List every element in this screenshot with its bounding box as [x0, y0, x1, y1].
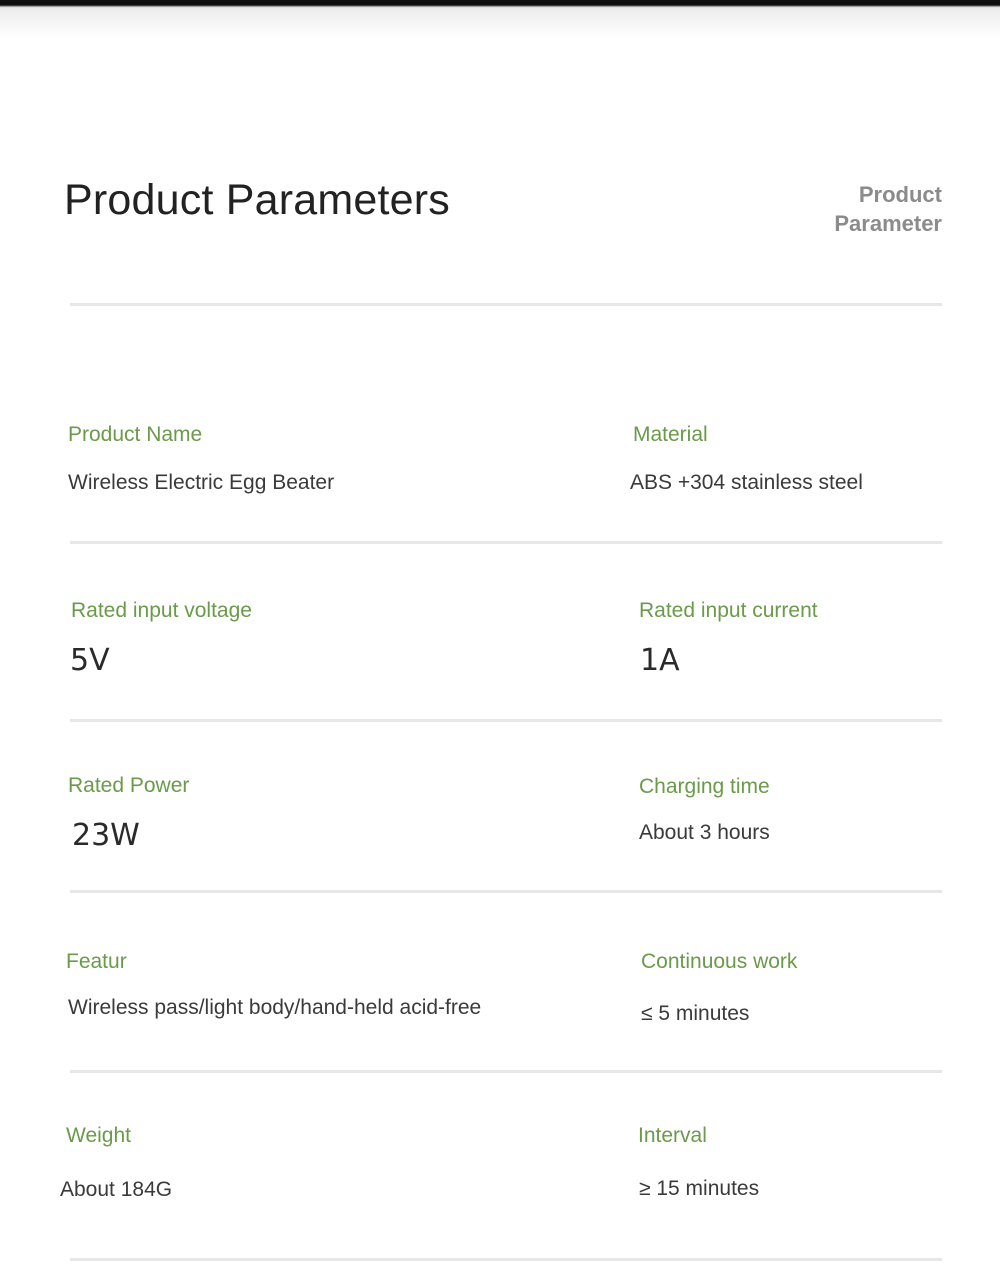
param-value-product-name: Wireless Electric Egg Beater: [68, 471, 335, 494]
param-label-interval: Interval: [638, 1124, 707, 1147]
param-value-weight: About 184G: [60, 1178, 173, 1201]
param-label-feature: Featur: [66, 950, 127, 973]
param-value-interval: ≥ 15 minutes: [639, 1177, 760, 1200]
param-label-charging-time: Charging time: [639, 775, 770, 798]
row-divider: [70, 890, 942, 893]
bottom-divider: [70, 1258, 942, 1261]
param-value-rated-input-current: 1A: [640, 643, 680, 678]
top-shadow: [0, 8, 1000, 38]
param-label-rated-power: Rated Power: [68, 774, 190, 797]
param-value-feature: Wireless pass/light body/hand-held acid-…: [68, 996, 482, 1019]
param-label-rated-input-voltage: Rated input voltage: [71, 599, 252, 622]
param-value-charging-time: About 3 hours: [639, 821, 770, 844]
param-value-material: ABS +304 stainless steel: [630, 471, 863, 494]
param-value-rated-power: 23W: [72, 818, 140, 853]
row-divider: [70, 541, 942, 544]
page-title: Product Parameters: [64, 176, 450, 224]
param-label-rated-input-current: Rated input current: [639, 599, 818, 622]
header-divider: [70, 303, 942, 306]
row-divider: [70, 719, 942, 722]
row-divider: [70, 1070, 942, 1073]
param-label-weight: Weight: [66, 1124, 131, 1147]
param-label-continuous-work: Continuous work: [641, 950, 798, 973]
param-value-rated-input-voltage: 5V: [70, 643, 110, 678]
subtitle-line-1: Product: [858, 182, 942, 207]
param-value-continuous-work: ≤ 5 minutes: [641, 1002, 750, 1025]
param-label-material: Material: [633, 423, 708, 446]
subtitle-line-2: Parameter: [834, 211, 942, 236]
top-border: [0, 0, 1000, 8]
page-subtitle: Product Parameter: [742, 180, 942, 238]
param-label-product-name: Product Name: [68, 423, 203, 446]
